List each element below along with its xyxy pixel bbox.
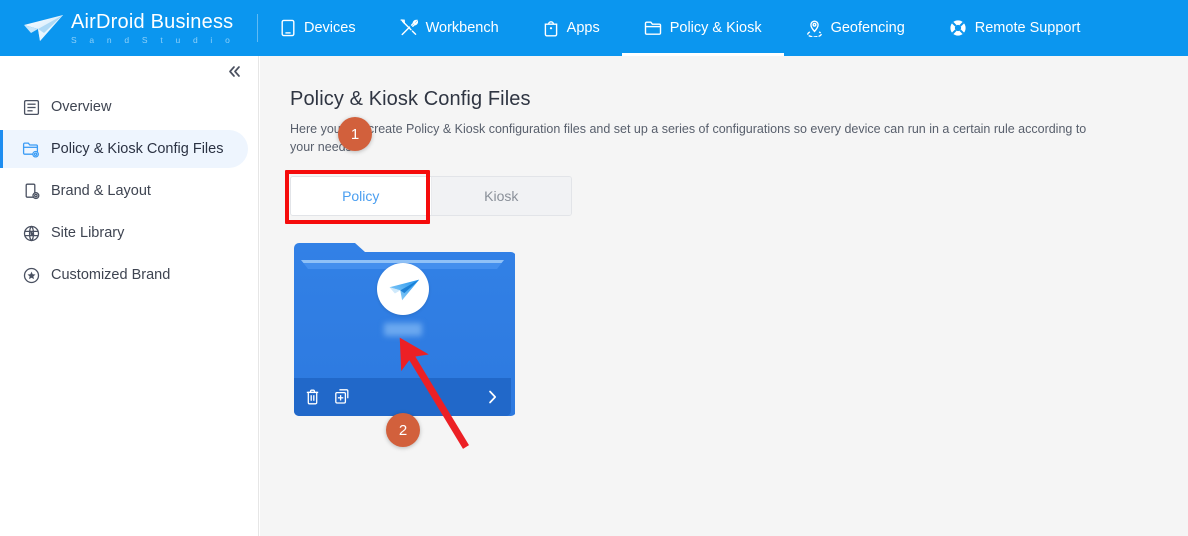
sidebar-item-customized-brand[interactable]: Customized Brand xyxy=(0,256,248,294)
sidebar-item-policy-kiosk-config-files[interactable]: Policy & Kiosk Config Files xyxy=(0,130,248,168)
sidebar-item-brand-layout[interactable]: Brand & Layout xyxy=(0,172,248,210)
policy-config-card[interactable] xyxy=(290,236,515,416)
nav-label: Workbench xyxy=(425,20,499,36)
annotation-badge-2: 2 xyxy=(386,413,420,447)
badge-number: 2 xyxy=(398,421,408,439)
list-document-icon xyxy=(22,98,40,116)
nav-item-policy-kiosk[interactable]: Policy & Kiosk xyxy=(621,0,784,56)
brand-logo-area[interactable]: AirDroid Business S a n d S t u d i o xyxy=(0,0,258,56)
sidebar-items: Overview Policy & Kiosk Config Files Bra… xyxy=(0,88,258,294)
card-airdroid-logo xyxy=(376,263,429,315)
sidebar-item-label: Site Library xyxy=(51,225,125,241)
app-root: AirDroid Business S a n d S t u d i o De… xyxy=(0,0,1188,536)
nav-item-workbench[interactable]: Workbench xyxy=(378,0,521,56)
nav-label: Geofencing xyxy=(830,20,905,36)
trash-icon[interactable] xyxy=(303,387,322,406)
top-navigation-bar: AirDroid Business S a n d S t u d i o De… xyxy=(0,0,1188,56)
airdroid-paper-plane-logo xyxy=(18,11,64,45)
tab-label: Kiosk xyxy=(484,188,519,204)
chevron-right-icon[interactable] xyxy=(483,387,502,406)
card-name-redacted xyxy=(383,323,422,336)
config-file-card-list xyxy=(290,236,1188,416)
nav-item-apps[interactable]: Apps xyxy=(521,0,622,56)
star-circle-icon xyxy=(22,266,40,284)
app-bag-icon xyxy=(543,19,559,37)
sidebar-item-label: Brand & Layout xyxy=(51,183,151,199)
globe-circle-icon xyxy=(22,224,40,242)
card-action-bar xyxy=(290,378,515,415)
nav-label: Policy & Kiosk xyxy=(669,20,762,36)
tab-label: Policy xyxy=(342,188,380,204)
page-title: Policy & Kiosk Config Files xyxy=(290,88,531,110)
top-nav-items: Devices Workbench Apps Policy & Kiosk Ge… xyxy=(258,0,1102,56)
nav-label: Devices xyxy=(304,20,356,36)
tools-icon xyxy=(400,19,418,37)
sidebar-item-label: Policy & Kiosk Config Files xyxy=(51,141,224,157)
brand-subtitle: S a n d S t u d i o xyxy=(71,34,236,45)
tabs-container: Policy Kiosk xyxy=(285,170,572,224)
copy-plus-icon[interactable] xyxy=(333,387,352,406)
tab-kiosk[interactable]: Kiosk xyxy=(430,177,571,215)
sidebar-item-site-library[interactable]: Site Library xyxy=(0,214,248,252)
sidebar: Overview Policy & Kiosk Config Files Bra… xyxy=(0,56,259,536)
folder-settings-icon xyxy=(22,140,40,158)
nav-label: Remote Support xyxy=(974,20,1081,36)
phone-settings-icon xyxy=(22,182,40,200)
main-content: Policy & Kiosk Config Files Here you can… xyxy=(260,56,1188,536)
nav-item-geofencing[interactable]: Geofencing xyxy=(784,0,927,56)
folder-icon xyxy=(644,20,662,36)
nav-item-devices[interactable]: Devices xyxy=(258,0,378,56)
sidebar-item-overview[interactable]: Overview xyxy=(0,88,248,126)
location-pin-icon xyxy=(806,19,823,37)
tab-policy[interactable]: Policy xyxy=(291,177,431,215)
badge-number: 1 xyxy=(350,125,360,143)
sidebar-item-label: Overview xyxy=(51,99,112,115)
sidebar-item-label: Customized Brand xyxy=(51,267,171,283)
tablet-icon xyxy=(280,19,296,37)
lifebuoy-icon xyxy=(949,19,967,37)
nav-label: Apps xyxy=(566,20,600,36)
brand-title: AirDroid Business xyxy=(71,10,234,33)
tab-group: Policy Kiosk xyxy=(290,176,572,216)
nav-item-remote-support[interactable]: Remote Support xyxy=(927,0,1103,56)
double-chevron-left-icon[interactable] xyxy=(224,61,244,81)
page-description: Here you can create Policy & Kiosk confi… xyxy=(290,122,1087,154)
sidebar-collapse-row xyxy=(0,56,258,86)
annotation-badge-1: 1 xyxy=(338,117,372,151)
